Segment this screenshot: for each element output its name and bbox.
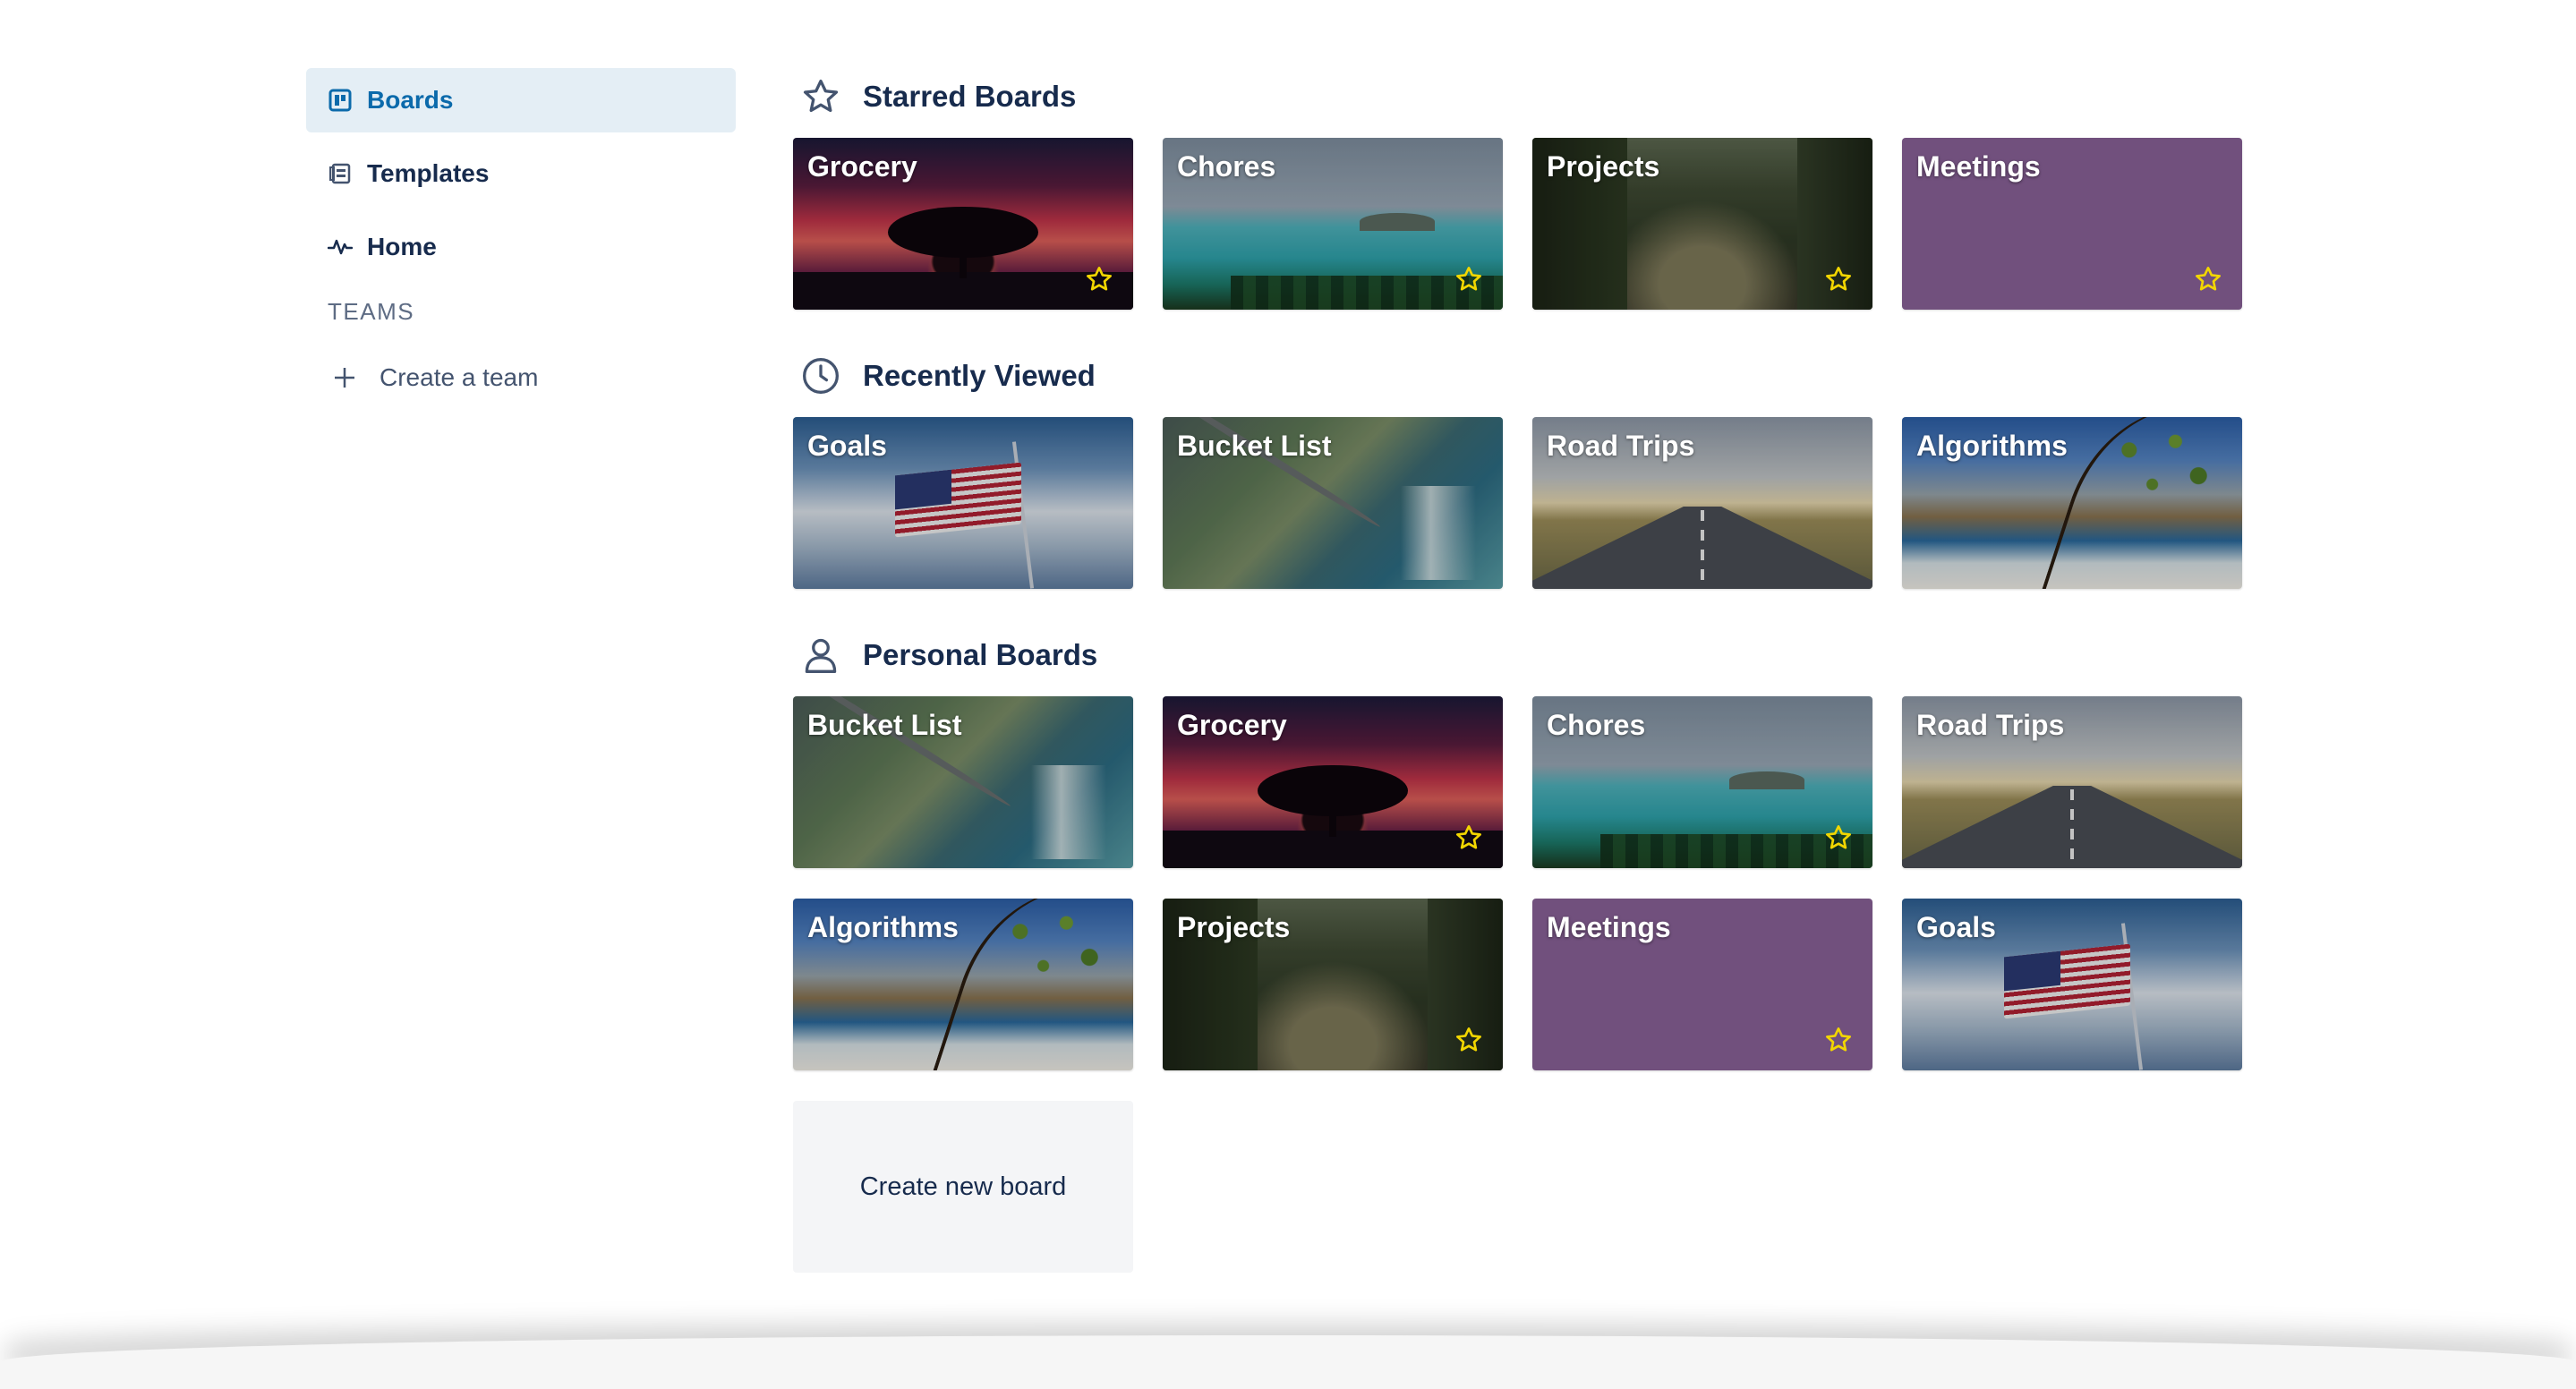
section-title: Recently Viewed [863, 359, 1096, 392]
board-title: Meetings [1547, 911, 1671, 943]
window-bottom-edge [0, 1335, 2576, 1389]
star-icon[interactable] [1454, 265, 1483, 294]
star-icon[interactable] [1824, 823, 1853, 852]
star-icon[interactable] [1454, 823, 1483, 852]
person-icon [800, 635, 841, 676]
personal-boards-section: Personal Boards Bucket List Grocery Chores… [793, 626, 2243, 1273]
section-header: Recently Viewed [800, 347, 2243, 405]
board-title: Chores [1547, 709, 1646, 741]
board-title: Grocery [1177, 709, 1287, 741]
sidebar-item-label: Home [367, 233, 437, 260]
plus-icon [333, 366, 356, 389]
section-title: Personal Boards [863, 638, 1098, 671]
board-title: Goals [1916, 911, 1996, 943]
star-icon[interactable] [1454, 1026, 1483, 1054]
star-icon[interactable] [1085, 265, 1113, 294]
section-header: Personal Boards [800, 626, 2243, 684]
star-icon[interactable] [1824, 265, 1853, 294]
create-new-board-button[interactable]: Create new board [793, 1101, 1133, 1273]
teams-heading: TEAMS [328, 298, 415, 325]
board-tile-road-trips[interactable]: Road Trips [1902, 696, 2242, 868]
board-tile-chores[interactable]: Chores [1532, 696, 1872, 868]
board-title: Algorithms [807, 911, 959, 943]
sidebar-item-label: Templates [367, 159, 490, 187]
board-grid: Goals Bucket List Road Trips Algorithms [793, 417, 2243, 589]
sidebar: Boards Templates Home TEAMS Create a tea… [306, 68, 736, 403]
sidebar-item-templates[interactable]: Templates [306, 141, 736, 206]
board-tile-grocery[interactable]: Grocery [793, 138, 1133, 310]
star-icon[interactable] [2194, 265, 2222, 294]
board-tile-algorithms[interactable]: Algorithms [1902, 417, 2242, 589]
board-title: Road Trips [1547, 430, 1695, 462]
board-tile-bucket-list[interactable]: Bucket List [793, 696, 1133, 868]
board-tile-grocery[interactable]: Grocery [1163, 696, 1503, 868]
board-tile-meetings[interactable]: Meetings [1532, 899, 1872, 1070]
section-header: Starred Boards [800, 68, 2243, 125]
board-title: Grocery [807, 150, 917, 183]
star-outline-icon [800, 76, 841, 117]
board-title: Road Trips [1916, 709, 2065, 741]
board-tile-road-trips[interactable]: Road Trips [1532, 417, 1872, 589]
board-grid: Bucket List Grocery Chores Road Trips Algori… [793, 696, 2243, 1070]
board-tile-goals[interactable]: Goals [793, 417, 1133, 589]
board-title: Meetings [1916, 150, 2041, 183]
board-tile-meetings[interactable]: Meetings [1902, 138, 2242, 310]
board-tile-projects[interactable]: Projects [1532, 138, 1872, 310]
sidebar-item-label: Boards [367, 86, 454, 114]
board-icon [328, 88, 353, 113]
board-tile-algorithms[interactable]: Algorithms [793, 899, 1133, 1070]
board-title: Bucket List [1177, 430, 1332, 462]
section-title: Starred Boards [863, 80, 1077, 113]
create-team-label: Create a team [380, 363, 539, 391]
create-new-board-label: Create new board [859, 1172, 1067, 1201]
starred-boards-section: Starred Boards Grocery Chores Projects Meet… [793, 68, 2243, 310]
create-team-button[interactable]: Create a team [306, 353, 736, 403]
board-title: Goals [807, 430, 887, 462]
board-title: Projects [1177, 911, 1291, 943]
template-icon [328, 161, 353, 186]
board-tile-goals[interactable]: Goals [1902, 899, 2242, 1070]
activity-icon [328, 234, 353, 260]
clock-icon [800, 355, 841, 396]
board-title: Bucket List [807, 709, 962, 741]
board-title: Algorithms [1916, 430, 2068, 462]
board-title: Chores [1177, 150, 1276, 183]
boards-main: Starred Boards Grocery Chores Projects Meet… [793, 68, 2243, 1273]
board-title: Projects [1547, 150, 1660, 183]
recently-viewed-section: Recently Viewed Goals Bucket List Road Tri… [793, 347, 2243, 589]
sidebar-item-home[interactable]: Home [306, 215, 736, 279]
sidebar-item-boards[interactable]: Boards [306, 68, 736, 132]
star-icon[interactable] [1824, 1026, 1853, 1054]
board-tile-projects[interactable]: Projects [1163, 899, 1503, 1070]
board-grid: Grocery Chores Projects Meetings [793, 138, 2243, 310]
board-tile-bucket-list[interactable]: Bucket List [1163, 417, 1503, 589]
board-tile-chores[interactable]: Chores [1163, 138, 1503, 310]
